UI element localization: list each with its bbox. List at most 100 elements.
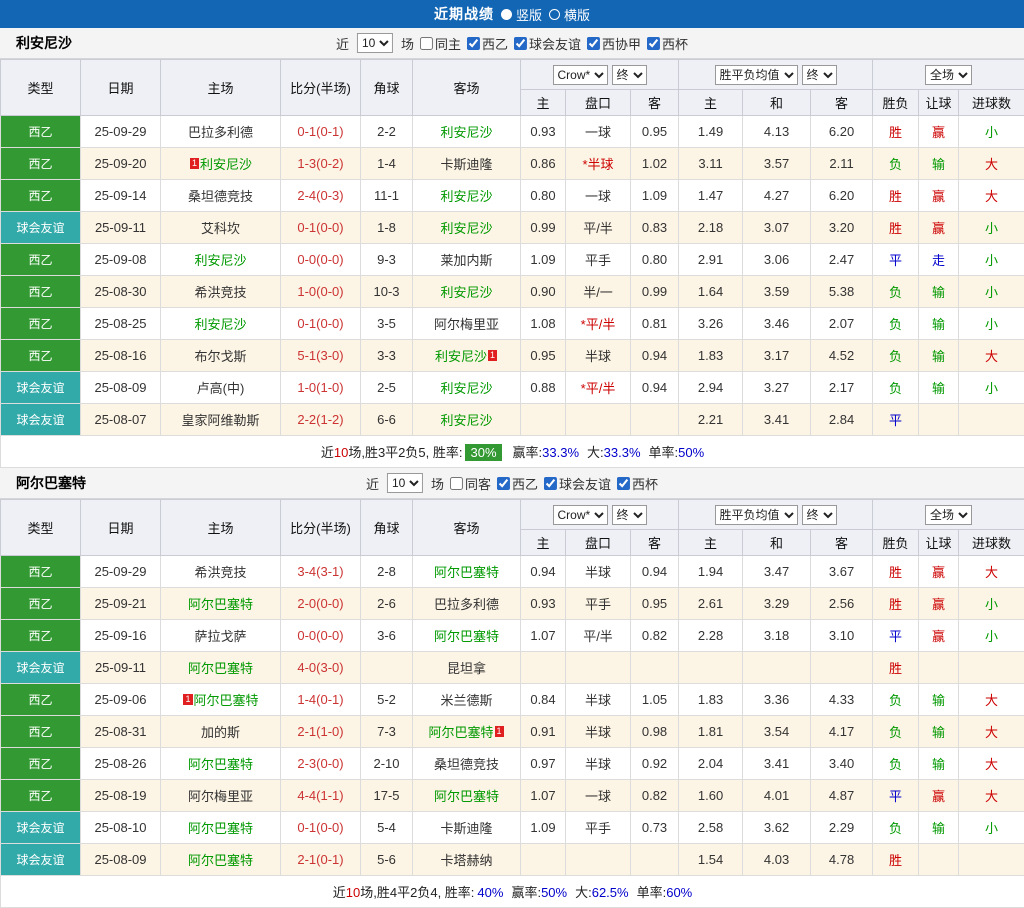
same-venue-checkbox-input[interactable] (420, 37, 433, 50)
asia-away-odds (631, 844, 679, 876)
handicap-result: 输 (919, 812, 959, 844)
asia-home-odds (521, 844, 566, 876)
league-checkbox-3-input[interactable] (647, 37, 660, 50)
handicap-result: 输 (919, 308, 959, 340)
eu-away-odds: 2.17 (811, 372, 873, 404)
eu-draw-odds: 3.29 (743, 588, 811, 620)
europe-average-select[interactable]: 胜平负均值 (715, 505, 798, 525)
bookmaker-select[interactable]: Crow* (553, 505, 608, 525)
corner-score: 3-5 (361, 308, 413, 340)
match-result: 负 (873, 148, 919, 180)
home-team: 卢高(中) (161, 372, 281, 404)
summary-row: 近10场,胜4平2负4, 胜率:40%赢率:50%大:62.5%单率:60% (1, 876, 1024, 908)
eu-home-odds: 3.26 (679, 308, 743, 340)
match-result: 负 (873, 340, 919, 372)
eu-draw-odds: 3.41 (743, 404, 811, 436)
handicap-result: 走 (919, 244, 959, 276)
match-count-select[interactable]: 10 (357, 33, 393, 53)
goals-result: 大 (959, 148, 1024, 180)
asia-away-odds: 1.05 (631, 684, 679, 716)
europe-time-select[interactable]: 终 (802, 505, 837, 525)
home-header: 主场 (161, 60, 281, 116)
summary-cell: 近10场,胜3平2负5, 胜率:30%赢率:33.3%大:33.3%单率:50% (1, 436, 1024, 468)
eu-home-odds: 2.21 (679, 404, 743, 436)
same-venue-checkbox[interactable]: 同客 (450, 474, 491, 493)
asia-time-select[interactable]: 终 (612, 505, 647, 525)
league-type: 西乙 (1, 780, 81, 812)
eu-home-odds: 2.61 (679, 588, 743, 620)
home-team: 加的斯 (161, 716, 281, 748)
corner-header: 角球 (361, 500, 413, 556)
goals-result: 小 (959, 276, 1024, 308)
same-venue-checkbox-input[interactable] (450, 477, 463, 490)
corner-score: 1-8 (361, 212, 413, 244)
winlose-header: 胜负 (873, 530, 919, 556)
handicap: 平手 (566, 588, 631, 620)
layout-option-vertical[interactable]: 竖版 (501, 5, 542, 24)
asia-home-odds: 0.94 (521, 556, 566, 588)
match-date: 25-08-30 (81, 276, 161, 308)
team-name: 阿尔巴塞特 (16, 473, 86, 493)
away-team: 桑坦德竞技 (413, 748, 521, 780)
same-venue-checkbox[interactable]: 同主 (420, 34, 461, 53)
league-checkbox-0-input[interactable] (497, 477, 510, 490)
eu-away-odds: 6.20 (811, 180, 873, 212)
europe-average-select[interactable]: 胜平负均值 (715, 65, 798, 85)
match-date: 25-09-20 (81, 148, 161, 180)
radio-selected-icon (501, 9, 512, 20)
handicap-result: 输 (919, 684, 959, 716)
league-type: 西乙 (1, 588, 81, 620)
home-team: 希洪竞技 (161, 276, 281, 308)
corner-score: 2-5 (361, 372, 413, 404)
eu-draw-odds: 3.47 (743, 556, 811, 588)
handicap: *半球 (566, 148, 631, 180)
eu-home-header: 主 (679, 90, 743, 116)
league-checkbox-1-label: 球会友谊 (559, 474, 611, 493)
score: 3-4(3-1) (281, 556, 361, 588)
corner-score: 2-2 (361, 116, 413, 148)
corner-score: 3-3 (361, 340, 413, 372)
league-checkbox-0-input[interactable] (467, 37, 480, 50)
league-checkbox-1-input[interactable] (544, 477, 557, 490)
away-team: 阿尔巴塞特 (413, 556, 521, 588)
goals-header: 进球数 (959, 90, 1024, 116)
eu-away-odds: 2.84 (811, 404, 873, 436)
result-scope-select[interactable]: 全场 (925, 65, 972, 85)
asia-away-odds: 0.73 (631, 812, 679, 844)
home-team: 萨拉戈萨 (161, 620, 281, 652)
corner-score: 5-4 (361, 812, 413, 844)
asia-away-header: 客 (631, 530, 679, 556)
league-checkbox-0[interactable]: 西乙 (467, 34, 508, 53)
eu-draw-odds: 3.59 (743, 276, 811, 308)
league-checkbox-1[interactable]: 球会友谊 (544, 474, 611, 493)
europe-time-select[interactable]: 终 (802, 65, 837, 85)
handicap: 一球 (566, 116, 631, 148)
match-row: 球会友谊25-08-10阿尔巴塞特0-1(0-0)5-4卡斯迪隆1.09平手0.… (1, 812, 1024, 844)
league-checkbox-0[interactable]: 西乙 (497, 474, 538, 493)
league-checkbox-3[interactable]: 西杯 (647, 34, 688, 53)
layout-option-horizontal[interactable]: 横版 (549, 5, 590, 24)
asia-time-select[interactable]: 终 (612, 65, 647, 85)
league-checkbox-2-input[interactable] (617, 477, 630, 490)
asia-away-header: 客 (631, 90, 679, 116)
summary-row: 近10场,胜3平2负5, 胜率:30%赢率:33.3%大:33.3%单率:50% (1, 436, 1024, 468)
league-checkbox-1[interactable]: 球会友谊 (514, 34, 581, 53)
league-checkbox-2[interactable]: 西杯 (617, 474, 658, 493)
league-type: 西乙 (1, 620, 81, 652)
league-checkbox-1-input[interactable] (514, 37, 527, 50)
handicap-result (919, 652, 959, 684)
match-row: 西乙25-08-16布尔戈斯5-1(3-0)3-3利安尼沙10.95半球0.94… (1, 340, 1024, 372)
corner-score: 6-6 (361, 404, 413, 436)
match-count-select[interactable]: 10 (387, 473, 423, 493)
section-header: 阿尔巴塞特近10场同客西乙球会友谊西杯 (0, 468, 1024, 499)
bookmaker-select[interactable]: Crow* (553, 65, 608, 85)
away-team: 卡斯迪隆 (413, 812, 521, 844)
summary-cell: 近10场,胜4平2负4, 胜率:40%赢率:50%大:62.5%单率:60% (1, 876, 1024, 908)
league-checkbox-2-input[interactable] (587, 37, 600, 50)
home-team: 阿尔巴塞特 (161, 844, 281, 876)
match-row: 西乙25-09-201利安尼沙1-3(0-2)1-4卡斯迪隆0.86*半球1.0… (1, 148, 1024, 180)
league-checkbox-2[interactable]: 西协甲 (587, 34, 641, 53)
eu-draw-odds: 3.06 (743, 244, 811, 276)
result-scope-select[interactable]: 全场 (925, 505, 972, 525)
asia-home-odds: 0.84 (521, 684, 566, 716)
